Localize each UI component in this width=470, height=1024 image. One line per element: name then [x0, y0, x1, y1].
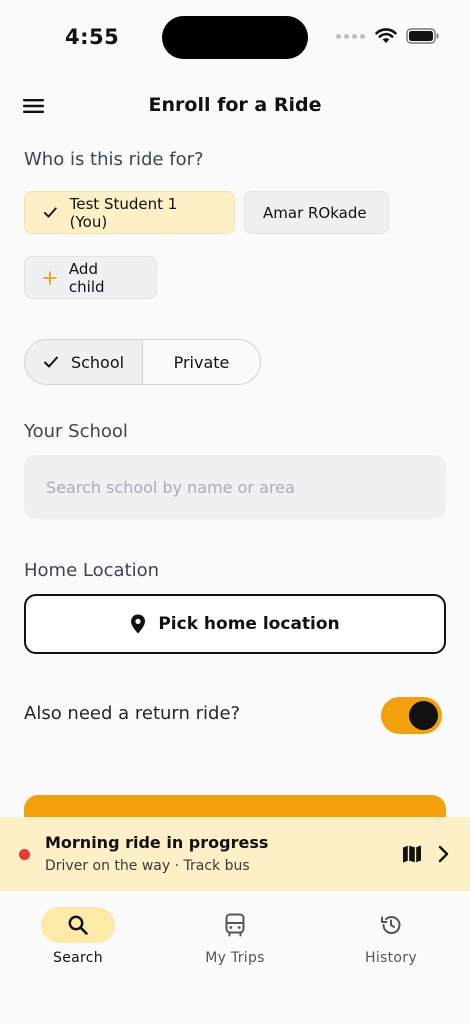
- wifi-icon: [375, 28, 397, 43]
- nav-icon-holder: [198, 907, 272, 943]
- nav-label: History: [365, 950, 417, 966]
- pick-home-location-button[interactable]: Pick home location: [24, 594, 446, 654]
- check-icon: [43, 356, 58, 368]
- rider-chip-self[interactable]: Test Student 1 (You): [24, 191, 235, 234]
- segment-label: School: [70, 352, 125, 372]
- return-ride-label: Also need a return ride?: [24, 703, 241, 724]
- status-icons: [336, 28, 440, 44]
- rider-chip-child[interactable]: Amar ROkade: [244, 191, 389, 234]
- toggle-knob: [409, 701, 438, 730]
- home-section-label: Home Location: [24, 560, 160, 581]
- app-header: Enroll for a Ride: [0, 84, 470, 128]
- bus-icon: [225, 913, 245, 937]
- nav-active-pill: [41, 907, 115, 943]
- plus-icon: [43, 270, 57, 285]
- chevron-right-icon: [438, 845, 449, 863]
- track-map-button[interactable]: [401, 843, 423, 865]
- banner-title: Morning ride in progress: [45, 833, 269, 852]
- nav-item-my-trips[interactable]: My Trips: [175, 906, 295, 976]
- location-pin-icon: [131, 614, 146, 634]
- nav-label: My Trips: [205, 950, 265, 966]
- rider-section-label: Who is this ride for?: [24, 149, 204, 170]
- pick-home-label: Pick home location: [158, 614, 340, 634]
- status-bar: 4:55: [0, 0, 470, 78]
- history-icon: [381, 916, 401, 934]
- rider-chip-label: Amar ROkade: [263, 203, 367, 222]
- check-icon: [43, 207, 57, 218]
- return-ride-toggle[interactable]: [381, 697, 442, 734]
- dynamic-island: [162, 16, 308, 59]
- live-status-dot: [19, 849, 30, 860]
- rider-chip-label: Test Student 1 (You): [69, 194, 178, 231]
- map-icon: [403, 845, 421, 863]
- school-search-input[interactable]: [24, 455, 446, 519]
- banner-open-button[interactable]: [434, 843, 452, 865]
- nav-item-search[interactable]: Search: [18, 906, 138, 976]
- nav-icon-holder: [354, 907, 428, 943]
- page-title: Enroll for a Ride: [148, 94, 322, 116]
- nav-label: Search: [53, 950, 103, 966]
- ride-progress-banner[interactable]: [0, 817, 470, 891]
- nav-item-history[interactable]: History: [331, 906, 451, 976]
- banner-subtitle: Driver on the way · Track bus: [45, 858, 250, 874]
- school-section-label: Your School: [24, 421, 128, 442]
- ride-type-segmented-control: School Private: [24, 339, 261, 385]
- battery-icon: [406, 28, 439, 44]
- segment-school[interactable]: School: [25, 340, 143, 384]
- status-time: 4:55: [65, 25, 120, 49]
- add-child-button[interactable]: Add child: [24, 256, 157, 299]
- segment-label: Private: [173, 352, 230, 372]
- search-icon: [68, 915, 88, 935]
- signal-dots-icon: [336, 33, 365, 39]
- add-child-label: Add child: [68, 259, 105, 296]
- segment-private[interactable]: Private: [143, 340, 260, 384]
- bottom-nav: Search My Trips History: [0, 891, 470, 1024]
